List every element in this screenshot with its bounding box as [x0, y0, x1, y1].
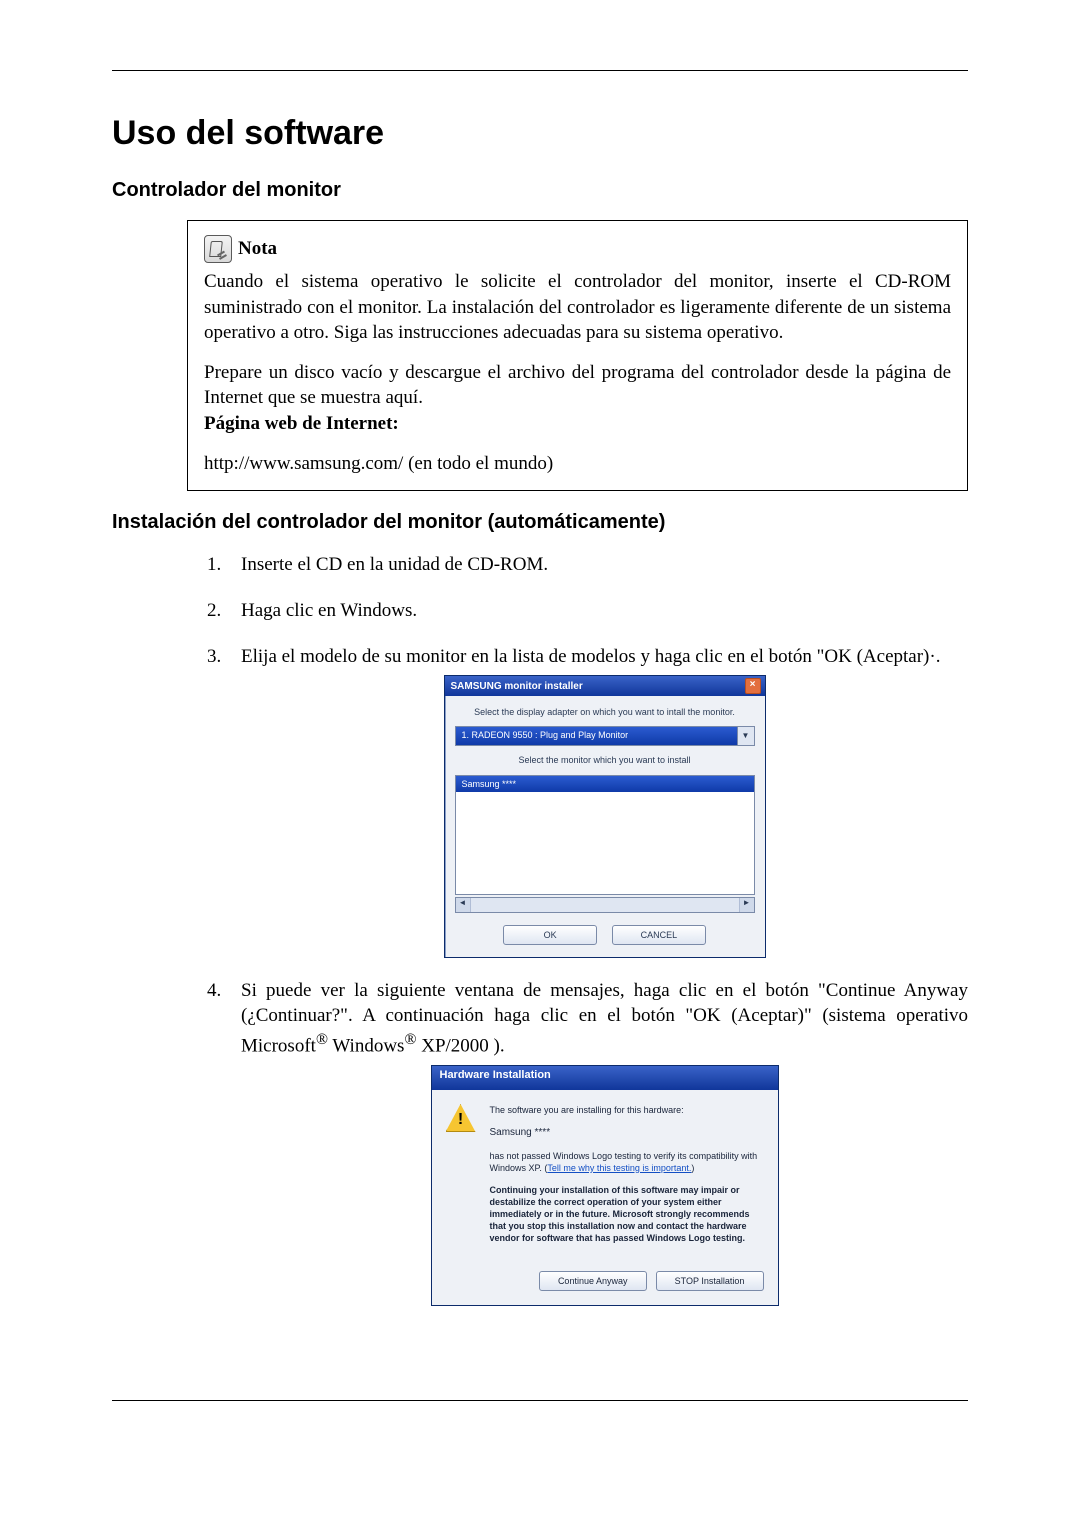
document-page: Uso del software Controlador del monitor… [0, 0, 1080, 1441]
xp-dialog-text: The software you are installing for this… [490, 1104, 764, 1255]
dialog-title: SAMSUNG monitor installer [451, 680, 583, 694]
xp-p2: has not passed Windows Logo testing to v… [490, 1150, 764, 1174]
dialog-body: Select the display adapter on which you … [445, 696, 765, 956]
installer-line1: Select the display adapter on which you … [455, 706, 755, 718]
list-horizontal-scrollbar[interactable]: ◄ ► [455, 897, 755, 913]
note-paragraph-1: Cuando el sistema operativo le solicite … [204, 269, 951, 346]
xp-device-name: Samsung **** [490, 1126, 764, 1140]
note-p2-text: Prepare un disco vacío y descargue el ar… [204, 362, 951, 409]
step-2: Haga clic en Windows. [207, 598, 968, 624]
note-url: http://www.samsung.com/ (en todo el mund… [204, 451, 951, 477]
top-rule [112, 70, 968, 71]
adapter-selected: 1. RADEON 9550 : Plug and Play Monitor [456, 727, 737, 745]
step-3-text: Elija el modelo de su monitor en la list… [241, 646, 940, 667]
note-header: Nota [204, 235, 951, 263]
note-label: Nota [238, 236, 277, 262]
dialog-titlebar: SAMSUNG monitor installer × [445, 676, 765, 696]
note-site-label: Página web de Internet: [204, 413, 399, 434]
samsung-installer-figure: SAMSUNG monitor installer × Select the d… [241, 675, 968, 957]
cancel-button[interactable]: CANCEL [612, 925, 706, 945]
step-4: Si puede ver la siguiente ventana de men… [207, 978, 968, 1306]
ok-button[interactable]: OK [503, 925, 597, 945]
xp-link[interactable]: Tell me why this testing is important. [547, 1163, 691, 1173]
note-box: Nota Cuando el sistema operativo le soli… [187, 220, 968, 491]
step-3: Elija el modelo de su monitor en la list… [207, 644, 968, 958]
page-title: Uso del software [112, 111, 968, 157]
dialog-button-row: OK CANCEL [455, 913, 755, 945]
bottom-rule [112, 1400, 968, 1401]
note-box-wrap: Nota Cuando el sistema operativo le soli… [187, 220, 968, 491]
xp-dialog-title: Hardware Installation [432, 1066, 778, 1090]
note-icon [204, 235, 232, 263]
xp-dialog-body: The software you are installing for this… [432, 1090, 778, 1265]
warning-icon [446, 1104, 476, 1132]
section-heading-install: Instalación del controlador del monitor … [112, 509, 968, 536]
adapter-dropdown[interactable]: 1. RADEON 9550 : Plug and Play Monitor ▼ [455, 726, 755, 746]
stop-installation-button[interactable]: STOP Installation [656, 1271, 764, 1291]
xp-button-row: Continue Anyway STOP Installation [432, 1265, 778, 1305]
close-icon[interactable]: × [745, 678, 761, 694]
scroll-left-icon[interactable]: ◄ [456, 898, 471, 912]
monitor-list-item[interactable]: Samsung **** [456, 776, 754, 792]
installer-line2: Select the monitor which you want to ins… [455, 754, 755, 766]
xp-p3: Continuing your installation of this sof… [490, 1184, 764, 1245]
hardware-installation-figure: Hardware Installation The software you a… [241, 1065, 968, 1306]
xp-p1: The software you are installing for this… [490, 1104, 764, 1116]
section-heading-driver: Controlador del monitor [112, 177, 968, 204]
samsung-installer-dialog: SAMSUNG monitor installer × Select the d… [444, 675, 766, 957]
install-steps: Inserte el CD en la unidad de CD-ROM. Ha… [207, 552, 968, 1305]
scroll-track[interactable] [471, 898, 739, 912]
note-paragraph-2: Prepare un disco vacío y descargue el ar… [204, 360, 951, 437]
hardware-installation-dialog: Hardware Installation The software you a… [431, 1065, 779, 1306]
step-1: Inserte el CD en la unidad de CD-ROM. [207, 552, 968, 578]
step-4c: XP/2000 ). [416, 1035, 504, 1056]
note-body: Cuando el sistema operativo le solicite … [204, 269, 951, 476]
step-4b: Windows [328, 1035, 404, 1056]
scroll-right-icon[interactable]: ► [739, 898, 754, 912]
xp-p2b: ) [691, 1163, 694, 1173]
chevron-down-icon[interactable]: ▼ [737, 727, 754, 745]
monitor-list[interactable]: Samsung **** [455, 775, 755, 895]
continue-anyway-button[interactable]: Continue Anyway [539, 1271, 647, 1291]
